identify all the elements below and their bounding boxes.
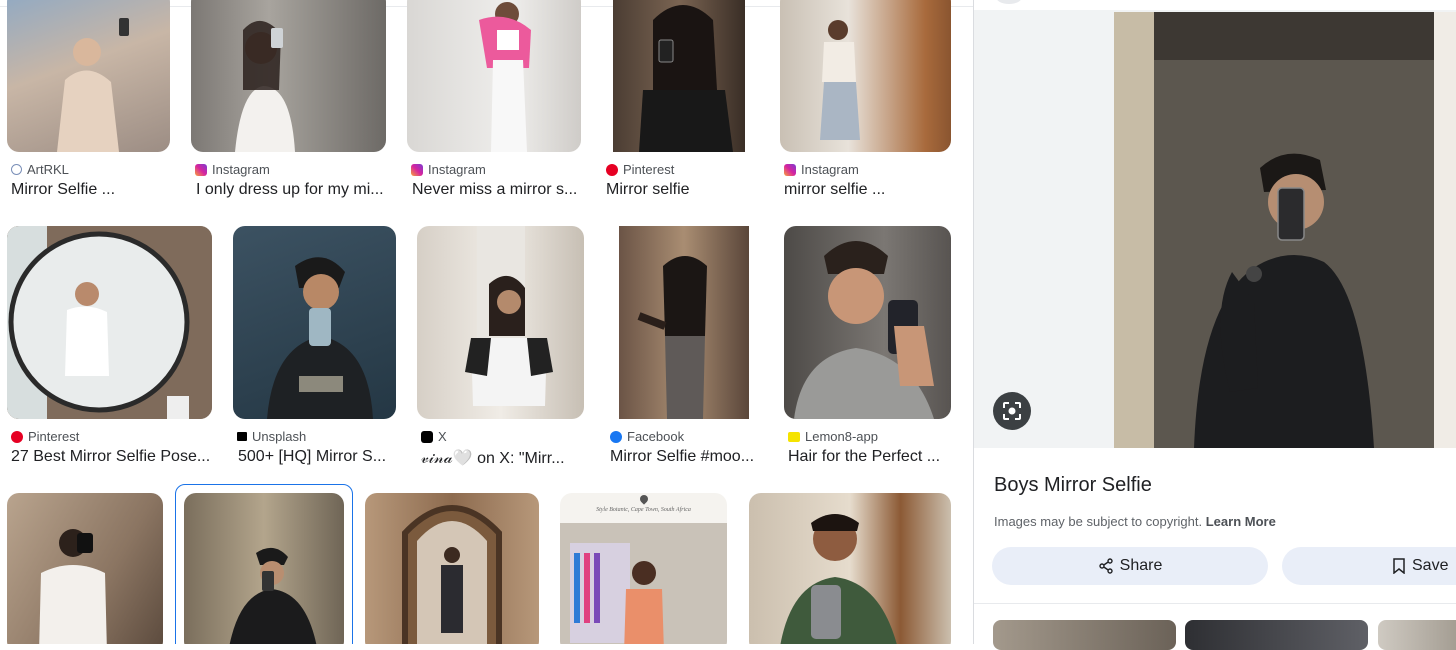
instagram-icon xyxy=(784,163,796,176)
result-thumbnail[interactable] xyxy=(613,0,745,152)
x-icon xyxy=(421,430,433,443)
result-title[interactable]: 500+ [HQ] Mirror S... xyxy=(238,448,396,466)
image-results-grid: ArtRKL Mirror Selfie ... Instagram I onl… xyxy=(0,0,973,644)
result-thumbnail[interactable] xyxy=(407,0,581,152)
result-thumbnail[interactable] xyxy=(780,0,951,152)
copyright-notice: Images may be subject to copyright. Lear… xyxy=(994,514,1276,529)
result-card[interactable]: Facebook Mirror Selfie #moo... xyxy=(605,226,763,470)
share-button[interactable]: Share xyxy=(992,547,1268,585)
bookmark-icon xyxy=(1393,558,1405,574)
result-title[interactable]: 𝓋𝒾𝓃𝒶🤍 on X: "Mirr... xyxy=(421,448,583,468)
result-card[interactable]: Instagram I only dress up for my mi... xyxy=(191,0,387,200)
result-source[interactable]: ArtRKL xyxy=(11,162,69,177)
result-thumbnail[interactable] xyxy=(7,493,163,644)
result-card[interactable]: Instagram mirror selfie ... xyxy=(780,0,952,200)
result-title[interactable]: I only dress up for my mi... xyxy=(196,181,386,199)
result-title[interactable]: mirror selfie ... xyxy=(784,181,949,199)
result-card[interactable]: Lemon8-app Hair for the Perfect ... xyxy=(784,226,952,470)
result-title[interactable]: Hair for the Perfect ... xyxy=(788,448,950,466)
result-card[interactable]: Pinterest 27 Best Mirror Selfie Pose... xyxy=(7,226,213,470)
result-thumbnail[interactable] xyxy=(749,493,951,644)
result-title[interactable]: Mirror Selfie ... xyxy=(11,181,167,199)
result-thumbnail[interactable] xyxy=(191,0,386,152)
result-source[interactable]: Unsplash xyxy=(237,429,306,444)
learn-more-link[interactable]: Learn More xyxy=(1206,514,1276,529)
result-thumbnail[interactable] xyxy=(417,226,584,419)
result-source[interactable]: X xyxy=(421,429,447,444)
instagram-icon xyxy=(195,163,207,176)
facebook-icon xyxy=(610,430,622,443)
selected-result-thumbnail[interactable] xyxy=(184,493,344,644)
result-source[interactable]: Instagram xyxy=(195,162,270,177)
artrkl-icon xyxy=(11,164,22,175)
result-thumbnail[interactable] xyxy=(233,226,396,419)
lemon8-icon xyxy=(788,431,800,442)
pinterest-icon xyxy=(11,430,23,443)
share-icon xyxy=(1098,558,1113,574)
result-thumbnail[interactable] xyxy=(7,226,212,419)
pinterest-icon xyxy=(606,163,618,176)
result-title[interactable]: 27 Best Mirror Selfie Pose... xyxy=(11,448,213,466)
related-image[interactable] xyxy=(993,620,1176,650)
result-source[interactable]: Instagram xyxy=(411,162,486,177)
result-title[interactable]: Mirror Selfie #moo... xyxy=(610,448,760,466)
result-source[interactable]: Facebook xyxy=(610,429,684,444)
unsplash-icon xyxy=(237,432,247,441)
result-source[interactable]: Lemon8-app xyxy=(788,429,878,444)
result-card[interactable]: Unsplash 500+ [HQ] Mirror S... xyxy=(233,226,397,470)
result-card[interactable]: X 𝓋𝒾𝓃𝒶🤍 on X: "Mirr... xyxy=(417,226,585,470)
result-thumbnail[interactable] xyxy=(784,226,951,419)
result-source[interactable]: Pinterest xyxy=(606,162,674,177)
avatar xyxy=(996,0,1022,4)
instagram-icon xyxy=(411,163,423,176)
result-title[interactable]: Never miss a mirror s... xyxy=(412,181,580,199)
related-image[interactable] xyxy=(1185,620,1368,650)
result-source[interactable]: Pinterest xyxy=(11,429,79,444)
preview-image[interactable] xyxy=(1114,12,1456,448)
result-card[interactable]: Instagram Never miss a mirror s... xyxy=(407,0,582,200)
divider xyxy=(974,603,1456,604)
result-card[interactable]: Pinterest Mirror selfie xyxy=(601,0,761,200)
related-image[interactable] xyxy=(1378,620,1456,650)
result-thumbnail[interactable]: Style Botanic, Cape Town, South Africa xyxy=(560,493,727,644)
result-thumbnail[interactable] xyxy=(7,0,170,152)
result-card[interactable]: ArtRKL Mirror Selfie ... xyxy=(7,0,171,200)
result-thumbnail[interactable] xyxy=(365,493,539,644)
preview-title[interactable]: Boys Mirror Selfie xyxy=(994,474,1152,497)
save-button[interactable]: Save xyxy=(1282,547,1456,585)
result-source[interactable]: Instagram xyxy=(784,162,859,177)
lens-icon[interactable] xyxy=(993,392,1031,430)
result-title[interactable]: Mirror selfie xyxy=(606,181,756,199)
result-thumbnail[interactable] xyxy=(619,226,749,419)
preview-panel: Boys Mirror Selfie Images may be subject… xyxy=(973,0,1456,650)
